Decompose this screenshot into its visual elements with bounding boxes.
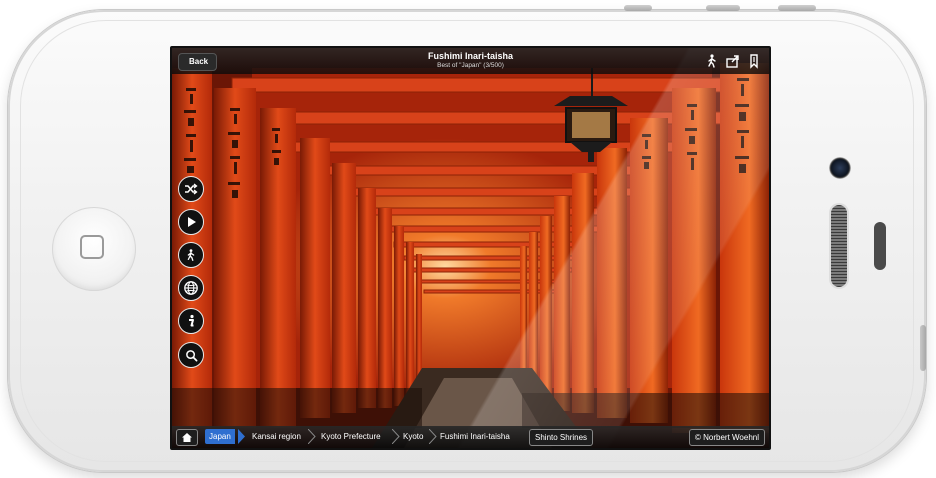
share-icon[interactable]	[725, 53, 741, 69]
bookmark-icon[interactable]	[746, 53, 762, 69]
breadcrumb-item-kyoto[interactable]: Kyoto	[399, 429, 427, 444]
breadcrumb-item-kansai[interactable]: Kansai region	[248, 429, 305, 444]
home-square-icon	[80, 235, 104, 259]
breadcrumb-item-kyoto-prefecture[interactable]: Kyoto Prefecture	[317, 429, 385, 444]
shuffle-button[interactable]	[178, 176, 204, 202]
shuffle-icon	[185, 183, 198, 195]
mute-switch	[624, 5, 652, 11]
globe-button[interactable]	[178, 275, 204, 301]
earpiece-speaker	[831, 205, 847, 287]
walk-button[interactable]	[178, 242, 204, 268]
page-title: Fushimi Inari-taisha	[427, 51, 514, 61]
tag-shinto-shrines-button[interactable]: Shinto Shrines	[529, 429, 594, 446]
home-button[interactable]	[52, 207, 136, 291]
page-subtitle: Best of "Japan" (3/500)	[437, 62, 504, 69]
play-button[interactable]	[178, 209, 204, 235]
bottom-bar: Japan Kansai region Kyoto Prefecture Kyo…	[172, 426, 769, 448]
app-screen: Back Fushimi Inari-taisha Best of "Japan…	[170, 46, 771, 450]
info-icon	[189, 314, 194, 327]
photo-credit[interactable]: © Norbert Woehnl	[689, 429, 765, 446]
volume-up-button	[706, 5, 740, 11]
walking-person-icon	[187, 249, 195, 261]
front-camera	[829, 157, 851, 179]
breadcrumb-separator-icon	[308, 429, 316, 444]
info-button[interactable]	[178, 308, 204, 334]
play-icon	[188, 217, 196, 227]
volume-down-button	[778, 5, 816, 11]
walking-person-icon[interactable]	[704, 53, 720, 69]
sleep-button	[920, 325, 926, 371]
proximity-sensor	[874, 222, 886, 270]
search-icon	[185, 349, 197, 361]
breadcrumb-arrow-icon	[238, 429, 245, 444]
title-bar: Back Fushimi Inari-taisha Best of "Japan…	[172, 48, 769, 74]
breadcrumb-item-fushimi[interactable]: Fushimi Inari-taisha	[436, 429, 514, 444]
home-crumb-button[interactable]	[176, 429, 198, 446]
breadcrumb-item-japan[interactable]: Japan	[205, 429, 235, 444]
home-icon	[182, 433, 192, 442]
torii-tunnel-photo	[172, 48, 769, 448]
search-button[interactable]	[178, 342, 204, 368]
globe-icon	[184, 281, 198, 295]
